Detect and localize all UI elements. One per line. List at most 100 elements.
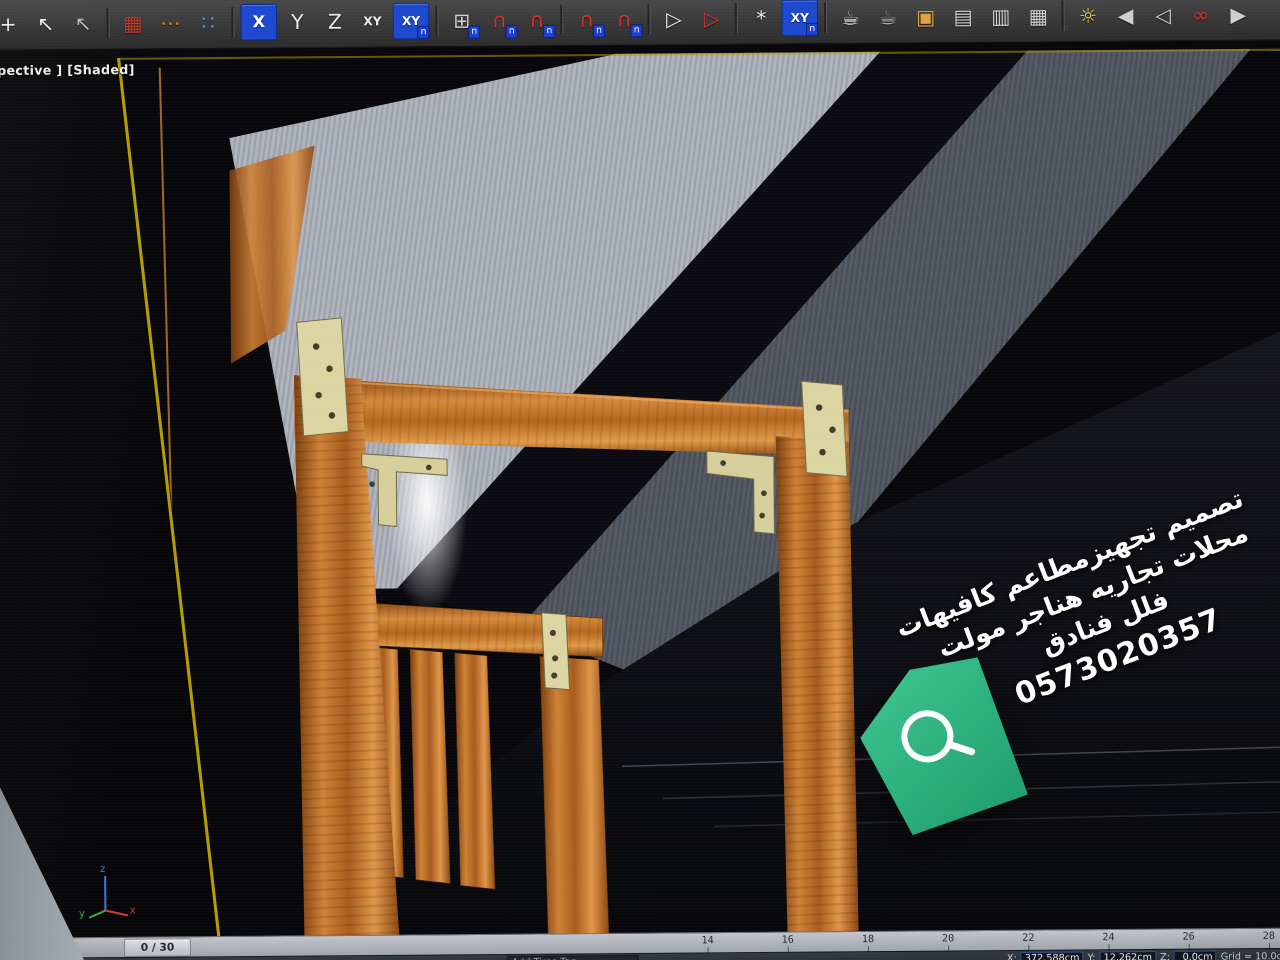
bracket-hole bbox=[315, 392, 322, 399]
bracket-hole bbox=[369, 481, 375, 487]
bracket-hole bbox=[720, 460, 726, 466]
camera-icon[interactable]: ▶ bbox=[1221, 0, 1256, 31]
spreadsheet-icon-glyph: ▦ bbox=[1029, 5, 1048, 25]
red-eyes-icon-glyph: ∞ bbox=[1192, 4, 1209, 24]
timeline-tick: 28 bbox=[1263, 931, 1275, 942]
schematic-view-icon[interactable]: ▤ bbox=[946, 0, 981, 34]
teapot-render-icon[interactable]: ☕ bbox=[833, 0, 868, 34]
timeline-tick: 20 bbox=[942, 933, 954, 944]
bracket-hole bbox=[819, 449, 826, 456]
restrict-xy-glyph: XY bbox=[363, 15, 381, 27]
percent-snap-magnet-icon[interactable]: ∩n bbox=[607, 1, 642, 36]
toolbar-separator bbox=[435, 5, 438, 35]
bracket-hole bbox=[550, 630, 556, 636]
toolbar-separator bbox=[824, 2, 827, 32]
axis-x-line bbox=[105, 910, 127, 915]
restrict-y-button[interactable]: Y bbox=[280, 4, 315, 39]
snap-xy-glyph: XY bbox=[402, 14, 420, 26]
axis-x-label: x bbox=[130, 905, 136, 916]
orange-marks-icon-glyph: ⋯ bbox=[160, 12, 180, 32]
rendered-frame-icon[interactable]: ▣ bbox=[908, 0, 943, 34]
restrict-y-glyph: Y bbox=[291, 11, 304, 31]
bracket-hole bbox=[816, 404, 823, 411]
y-coordinate-field[interactable]: 12.262cm bbox=[1099, 950, 1156, 960]
layer-manager-icon-glyph: ▥ bbox=[991, 6, 1010, 26]
speaker-icon-glyph: ◁ bbox=[1155, 4, 1171, 24]
toolbar-separator bbox=[106, 8, 109, 38]
spreadsheet-icon[interactable]: ▦ bbox=[1021, 0, 1056, 33]
snap-badge: n bbox=[468, 25, 480, 38]
small-frame-post[interactable] bbox=[540, 656, 609, 938]
track-bars-icon-glyph: ▦ bbox=[123, 12, 142, 32]
timeline-tick: 22 bbox=[1022, 933, 1034, 944]
orange-marks-icon[interactable]: ⋯ bbox=[153, 5, 188, 40]
kettle-icon[interactable]: ☕ bbox=[871, 0, 906, 34]
horn-icon[interactable]: ◀ bbox=[1108, 0, 1143, 32]
metal-bracket-top-left[interactable] bbox=[297, 318, 349, 436]
align-tool-icon-glyph: ▷ bbox=[704, 8, 720, 28]
toolbar-separator bbox=[735, 3, 738, 33]
snap-magnet-b-icon-glyph: ∩ bbox=[529, 9, 544, 29]
horn-icon-glyph: ◀ bbox=[1118, 5, 1134, 25]
restrict-xy-button[interactable]: XY bbox=[355, 3, 390, 38]
x-coordinate-field[interactable]: 372.588cm bbox=[1021, 951, 1084, 960]
blue-dots-icon[interactable]: ∷ bbox=[191, 5, 226, 40]
snap-badge: n bbox=[417, 25, 429, 38]
bracket-hole bbox=[829, 426, 836, 433]
axis-y-label: y bbox=[79, 909, 85, 920]
z-label: Z: bbox=[1160, 951, 1170, 960]
asterisk-snap-icon-glyph: * bbox=[756, 8, 766, 28]
asterisk-snap-icon[interactable]: * bbox=[744, 0, 779, 35]
toolbar-icons: +↖↖▦⋯∷XYZXYXYn⊞n∩n∩n∩n∩n▷▷*XYn☕☕▣▤▥▦☼◀◁∞… bbox=[0, 0, 1256, 42]
mirror-tool-icon-glyph: ▷ bbox=[666, 8, 682, 28]
snap-badge: n bbox=[631, 24, 643, 37]
teapot-render-icon-glyph: ☕ bbox=[841, 7, 859, 27]
plane-snap-xy-button[interactable]: XYn bbox=[781, 0, 818, 36]
speaker-icon[interactable]: ◁ bbox=[1146, 0, 1181, 32]
bracket-hole bbox=[552, 655, 558, 661]
x-label: X: bbox=[1007, 953, 1017, 960]
metal-bracket-top-right[interactable] bbox=[802, 381, 847, 477]
toolbar-separator bbox=[1062, 0, 1065, 30]
magnifier-icon bbox=[893, 702, 962, 771]
bracket-hole bbox=[551, 672, 557, 678]
add-time-tag-field[interactable]: Add Time Tag bbox=[507, 955, 639, 960]
snap-xy-button[interactable]: XYn bbox=[393, 2, 430, 39]
photographed-monitor: spective ] [Shaded] z x y +↖↖▦⋯∷XYZXYXYn… bbox=[0, 0, 1280, 960]
angle-snap-magnet-icon[interactable]: ∩n bbox=[569, 2, 604, 37]
axis-y-line bbox=[89, 911, 105, 918]
world-axis-gizmo: z x y bbox=[77, 859, 140, 922]
light-bulb-icon[interactable]: ☼ bbox=[1071, 0, 1106, 33]
timeline-tick: 14 bbox=[701, 935, 713, 946]
schematic-view-icon-glyph: ▤ bbox=[954, 6, 973, 26]
bracket-hole bbox=[759, 513, 765, 519]
grid-snap-magnet-icon[interactable]: ⊞n bbox=[444, 3, 479, 38]
layer-manager-icon[interactable]: ▥ bbox=[983, 0, 1018, 33]
viewport-label[interactable]: spective ] [Shaded] bbox=[0, 62, 135, 78]
move-cross-icon-glyph: + bbox=[0, 13, 17, 33]
snap-magnet-b-icon[interactable]: ∩n bbox=[520, 2, 555, 37]
select-object-icon-glyph: ↖ bbox=[37, 13, 54, 33]
blue-dots-icon-glyph: ∷ bbox=[202, 12, 215, 32]
restrict-z-button[interactable]: Z bbox=[318, 4, 353, 39]
select-object-icon[interactable]: ↖ bbox=[28, 6, 63, 41]
3dsmax-window: spective ] [Shaded] z x y +↖↖▦⋯∷XYZXYXYn… bbox=[0, 0, 1280, 960]
restrict-x-button[interactable]: X bbox=[240, 3, 277, 40]
toolbar-separator bbox=[560, 4, 563, 34]
align-tool-icon[interactable]: ▷ bbox=[694, 1, 729, 36]
z-coordinate-field[interactable]: 0.0cm bbox=[1174, 950, 1217, 960]
rendered-frame-icon-glyph: ▣ bbox=[916, 6, 935, 26]
bracket-hole bbox=[313, 343, 320, 350]
select-by-name-icon[interactable]: ↖ bbox=[66, 6, 101, 41]
kettle-icon-glyph: ☕ bbox=[879, 6, 897, 26]
bracket-hole bbox=[329, 412, 336, 419]
red-eyes-icon[interactable]: ∞ bbox=[1183, 0, 1218, 32]
snap-badge: n bbox=[806, 22, 818, 35]
mirror-tool-icon[interactable]: ▷ bbox=[657, 1, 692, 36]
angle-snap-magnet-icon-glyph: ∩ bbox=[579, 9, 594, 29]
toolbar-separator bbox=[647, 3, 650, 33]
move-cross-icon[interactable]: + bbox=[0, 6, 26, 41]
bracket-hole bbox=[761, 490, 767, 496]
track-bars-icon[interactable]: ▦ bbox=[116, 5, 151, 40]
snap-magnet-a-icon[interactable]: ∩n bbox=[482, 2, 517, 37]
